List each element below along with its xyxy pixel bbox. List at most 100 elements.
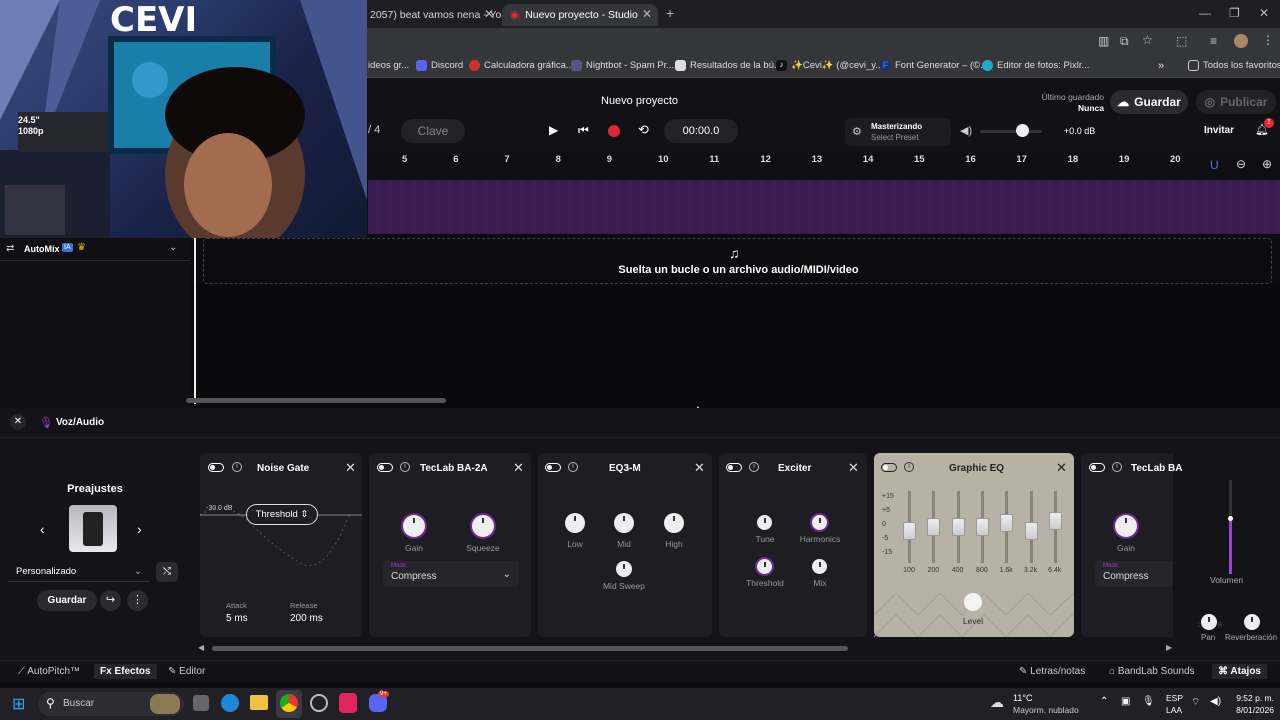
geq-toggle[interactable]	[881, 463, 897, 472]
rewind-icon[interactable]: ⏮	[578, 123, 589, 138]
mode-select[interactable]: Mode Compress	[1095, 561, 1173, 587]
geq-band-handle[interactable]	[1000, 514, 1014, 533]
gain-knob[interactable]	[403, 515, 425, 537]
invite-button[interactable]: Invitar	[1204, 125, 1234, 136]
gain-knob[interactable]	[1115, 515, 1137, 537]
lang-2[interactable]: LAA	[1166, 705, 1182, 715]
high-knob[interactable]	[664, 513, 684, 533]
info-icon[interactable]: i	[1112, 462, 1122, 472]
close-icon[interactable]: ✕	[345, 460, 356, 476]
geq-band-handle[interactable]	[1048, 512, 1062, 531]
release-value[interactable]: 200 ms	[290, 613, 323, 624]
info-icon[interactable]: i	[749, 462, 759, 472]
mid-sweep-knob[interactable]	[616, 561, 632, 577]
lang-1[interactable]: ESP	[1166, 693, 1183, 703]
bookmark-item[interactable]: ideos gr...	[368, 60, 409, 71]
ba2a-toggle[interactable]	[377, 463, 393, 472]
effects-scrollbar[interactable]	[212, 646, 848, 651]
editor-tab[interactable]: ✎ Editor	[168, 666, 205, 677]
all-bookmarks[interactable]: Todos los favoritos	[1188, 60, 1280, 71]
close-fx-icon[interactable]: ✕	[10, 414, 26, 430]
level-knob[interactable]	[964, 593, 982, 611]
harmonics-knob[interactable]	[812, 515, 827, 530]
chevron-down-icon[interactable]: ⌄	[169, 242, 177, 253]
zoom-out-icon[interactable]: ⊖	[1236, 157, 1246, 171]
record-icon[interactable]	[608, 125, 620, 137]
mic-tray-icon[interactable]: 🎙︎	[1142, 696, 1155, 707]
ba2b-toggle[interactable]	[1089, 463, 1105, 472]
weather-icon[interactable]: ☁	[990, 694, 1004, 711]
share-icon[interactable]: ↪	[100, 590, 121, 611]
more-bookmarks-icon[interactable]: »	[1158, 60, 1164, 72]
close-icon[interactable]: ✕	[694, 460, 705, 476]
profile-avatar[interactable]	[1234, 34, 1248, 48]
geq-band-handle[interactable]	[975, 518, 989, 536]
tune-knob[interactable]	[757, 515, 772, 530]
timeline-ruler[interactable]: 5 6 7 8 9 10 11 12 13 14 15 16 17 18 19 20	[368, 152, 1280, 180]
bar-count[interactable]: / 4	[368, 124, 380, 136]
save-preset-button[interactable]: Guardar	[37, 590, 97, 611]
noise-gate-toggle[interactable]	[208, 463, 224, 472]
chevron-left-icon[interactable]: ‹	[40, 521, 45, 537]
tray-app-icon[interactable]: ▣	[1121, 696, 1130, 707]
key-button[interactable]: Clave	[401, 119, 465, 143]
effects-tab[interactable]: Fx Efectos	[94, 664, 157, 679]
audio-track-region[interactable]	[368, 180, 1280, 234]
close-tab-icon[interactable]: ✕	[484, 7, 494, 21]
bookmark-star-icon[interactable]: ☆	[1142, 33, 1153, 47]
reverb-knob[interactable]	[1244, 614, 1260, 630]
maximize-icon[interactable]: ❐	[1229, 6, 1240, 20]
more-icon[interactable]: ⋮	[127, 590, 148, 611]
clock-date[interactable]: 8/01/2026	[1222, 705, 1274, 715]
mid-knob[interactable]	[614, 513, 634, 533]
eq3-toggle[interactable]	[545, 463, 561, 472]
autopitch-tab[interactable]: ⟋ AutoPitch™	[18, 666, 80, 677]
zoom-in-icon[interactable]: ⊕	[1262, 157, 1272, 171]
geq-band-handle[interactable]	[951, 518, 965, 536]
save-button[interactable]: ☁ Guardar	[1110, 90, 1188, 114]
file-explorer-icon[interactable]	[250, 695, 268, 710]
info-icon[interactable]: i	[232, 462, 242, 472]
project-title[interactable]: Nuevo proyecto	[601, 95, 678, 107]
search-box[interactable]: ⚲ Buscar	[38, 692, 184, 716]
task-view-icon[interactable]	[193, 695, 209, 711]
tab-youtube[interactable]: 2057) beat vamos nena - YouT	[362, 4, 502, 26]
app-icon[interactable]	[310, 694, 328, 712]
info-icon[interactable]: i	[568, 462, 578, 472]
close-icon[interactable]: ✕	[1056, 460, 1067, 476]
bookmark-font[interactable]: F Font Generator – (©...	[880, 60, 988, 71]
play-icon[interactable]: ▶	[549, 123, 558, 137]
chevron-right-icon[interactable]: ›	[137, 521, 142, 537]
windows-start-icon[interactable]: ⊞	[12, 694, 25, 714]
geq-band-handle[interactable]	[903, 521, 916, 540]
playlist-icon[interactable]: ≡	[1210, 34, 1217, 48]
info-icon[interactable]: i	[904, 462, 914, 472]
chevron-up-icon[interactable]: ⌃	[1100, 696, 1108, 707]
lyrics-tab[interactable]: ✎ Letras/notas	[1019, 666, 1085, 677]
low-knob[interactable]	[565, 513, 585, 533]
sounds-tab[interactable]: ⌂ BandLab Sounds	[1109, 666, 1195, 677]
preset-artwork[interactable]	[69, 505, 117, 552]
edge-icon[interactable]	[221, 694, 239, 712]
automix-label[interactable]: AutoMix	[24, 244, 60, 254]
bookmark-pixlr[interactable]: Editor de fotos: Pixlr...	[982, 60, 1089, 71]
drop-zone[interactable]: ♫ Suelta un bucle o un archivo audio/MID…	[203, 238, 1272, 284]
threshold-handle[interactable]: Threshold ⇕	[246, 504, 318, 525]
geq-band-handle[interactable]	[927, 518, 941, 536]
master-volume-slider[interactable]	[980, 130, 1042, 133]
shortcuts-tab[interactable]: ⌘ Atajos	[1212, 664, 1267, 679]
cast-icon[interactable]: ⧉	[1120, 34, 1129, 49]
clock-time[interactable]: 9:52 p. m.	[1228, 693, 1274, 703]
pan-knob[interactable]	[1201, 614, 1217, 630]
publish-button[interactable]: ◎ Publicar	[1196, 90, 1276, 114]
speaker-icon[interactable]: ◀)	[960, 124, 972, 137]
bookmark-discord[interactable]: Discord	[416, 60, 463, 71]
tab-studio[interactable]: ◉ Nuevo proyecto - Studio	[502, 4, 658, 26]
bookmark-calculator[interactable]: Calculadora gráfica...	[469, 60, 574, 71]
close-window-icon[interactable]: ✕	[1259, 6, 1269, 20]
arrangement-area[interactable]	[192, 284, 1280, 408]
new-tab-icon[interactable]: +	[666, 5, 674, 21]
attack-value[interactable]: 5 ms	[226, 613, 248, 624]
geq-band-handle[interactable]	[1024, 521, 1038, 540]
scroll-right-icon[interactable]: ▶	[1166, 643, 1172, 652]
